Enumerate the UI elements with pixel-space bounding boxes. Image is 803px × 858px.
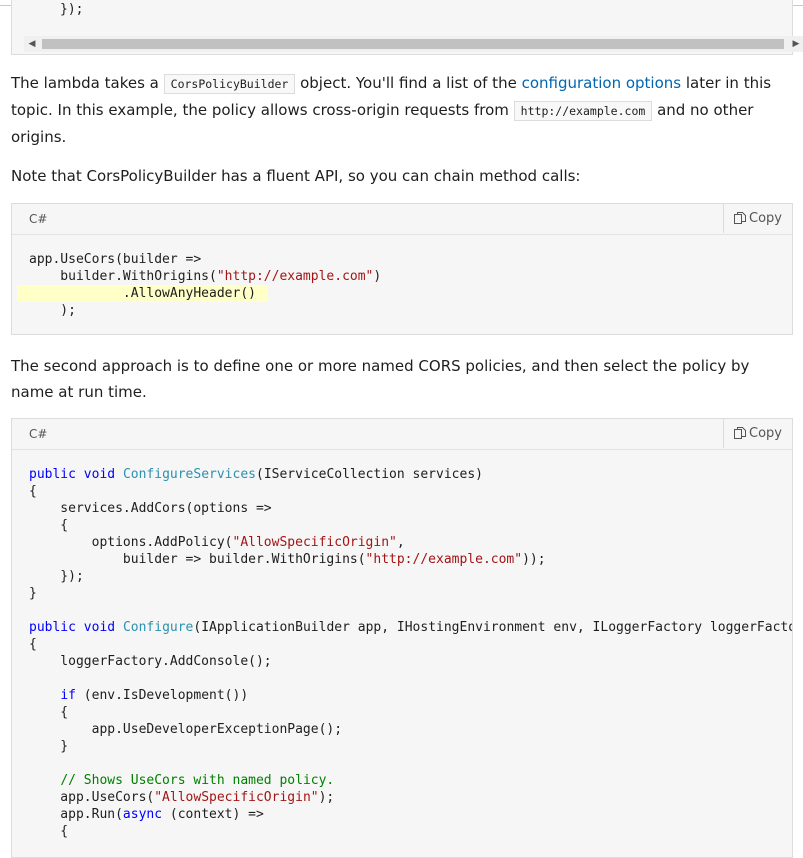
- paragraph-text: object. You'll find a list of the: [295, 74, 522, 92]
- code-line: app.UseCors(builder =>: [29, 252, 202, 267]
- copy-button[interactable]: Copy: [723, 419, 792, 448]
- code-line: {: [29, 637, 37, 652]
- code-line: {: [29, 705, 69, 720]
- scrollbar-thumb[interactable]: [42, 39, 784, 49]
- horizontal-scrollbar[interactable]: ◀ ▶: [24, 36, 803, 52]
- code-line: .AllowAnyHeader(): [17, 285, 792, 302]
- code-line: app.UseCors("AllowSpecificOrigin");: [29, 790, 335, 805]
- code-block-fluent: C# Copy app.UseCors(builder => builder.W…: [11, 203, 793, 335]
- code-language-label: C#: [29, 212, 48, 226]
- paragraph-lambda: The lambda takes a CorsPolicyBuilder obj…: [11, 70, 781, 150]
- code-content: public void ConfigureServices(IServiceCo…: [12, 450, 792, 840]
- code-line: public void Configure(IApplicationBuilde…: [29, 620, 792, 635]
- code-line: );: [29, 303, 76, 318]
- configuration-options-link[interactable]: configuration options: [522, 74, 682, 92]
- code-line: options.AddPolicy("AllowSpecificOrigin",: [29, 535, 405, 550]
- copy-label: Copy: [749, 426, 782, 441]
- copy-icon: [734, 427, 747, 440]
- code-line: {: [29, 518, 69, 533]
- code-line: loggerFactory.AddConsole();: [29, 654, 272, 669]
- inline-code-corspolicybuilder: CorsPolicyBuilder: [163, 74, 296, 94]
- code-line: app.Run(async (context) =>: [29, 807, 264, 822]
- copy-button[interactable]: Copy: [723, 204, 792, 233]
- code-line: public void ConfigureServices(IServiceCo…: [29, 467, 483, 482]
- previous-code-block: }); ◀ ▶: [11, 0, 803, 55]
- code-line: builder.WithOrigins("http://example.com"…: [29, 269, 382, 284]
- copy-label: Copy: [749, 211, 782, 226]
- code-block-header: C# Copy: [12, 419, 792, 450]
- previous-code-tail: });: [60, 2, 84, 17]
- code-line: // Shows UseCors with named policy.: [60, 773, 335, 788]
- scroll-right-icon[interactable]: ▶: [788, 36, 803, 52]
- code-line: }: [29, 739, 69, 754]
- code-block-named-policy: C# Copy public void ConfigureServices(IS…: [11, 418, 793, 858]
- code-line: builder => builder.WithOrigins("http://e…: [29, 552, 546, 567]
- code-line: });: [29, 569, 84, 584]
- code-line: {: [29, 484, 37, 499]
- paragraph-named-policies: The second approach is to define one or …: [11, 357, 750, 401]
- paragraph-fluent-api: Note that CorsPolicyBuilder has a fluent…: [11, 167, 581, 185]
- code-block-header: C# Copy: [12, 204, 792, 235]
- code-line: if (env.IsDevelopment()): [60, 688, 249, 703]
- inline-code-example-url: http://example.com: [513, 101, 653, 121]
- code-language-label: C#: [29, 427, 48, 441]
- code-line: services.AddCors(options =>: [29, 501, 272, 516]
- code-content: app.UseCors(builder => builder.WithOrigi…: [12, 235, 792, 319]
- code-line: app.UseDeveloperExceptionPage();: [29, 722, 343, 737]
- code-line: {: [29, 824, 69, 839]
- code-line: }: [29, 586, 37, 601]
- scroll-left-icon[interactable]: ◀: [24, 36, 40, 52]
- paragraph-text: The lambda takes a: [11, 74, 164, 92]
- copy-icon: [734, 212, 747, 225]
